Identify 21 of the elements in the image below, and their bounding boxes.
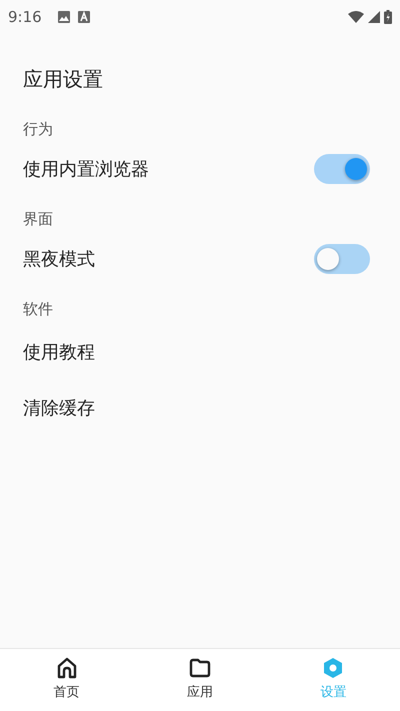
- status-time: 9:16: [8, 6, 42, 28]
- nav-tab[interactable]: 首页: [0, 649, 134, 711]
- section-header: 界面: [23, 210, 53, 228]
- home-icon: [56, 657, 78, 679]
- battery-icon: [384, 10, 392, 24]
- wifi-icon: [348, 11, 364, 23]
- toggle-switch[interactable]: [314, 244, 370, 274]
- setting-label: 黑夜模式: [23, 248, 95, 272]
- nav-tab[interactable]: 应用: [133, 649, 267, 711]
- folder-icon: [188, 657, 211, 679]
- setting-label: 使用内置浏览器: [23, 158, 149, 182]
- page-title: 应用设置: [23, 66, 104, 93]
- text-notification-icon: [78, 11, 90, 23]
- setting-item[interactable]: 清除缓存: [23, 394, 95, 422]
- image-notification-icon: [58, 11, 70, 23]
- section-header: 软件: [23, 300, 53, 318]
- signal-icon: [368, 11, 380, 23]
- section-header: 行为: [23, 120, 53, 138]
- toggle-switch[interactable]: [314, 154, 370, 184]
- settings-icon: [322, 657, 344, 679]
- setting-item[interactable]: 使用教程: [23, 338, 95, 366]
